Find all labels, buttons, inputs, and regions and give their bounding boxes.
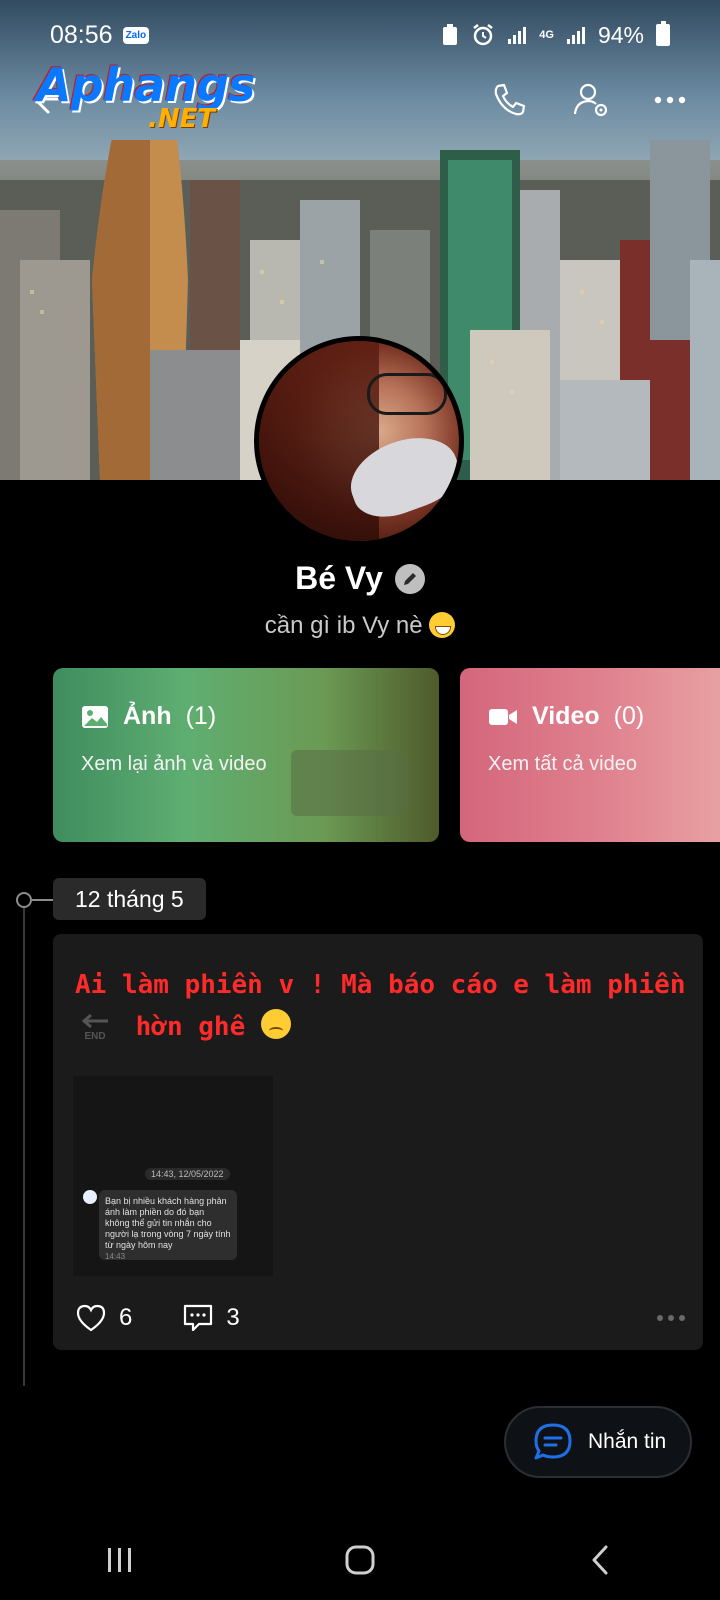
system-nav-bar [0, 1520, 720, 1600]
videos-subtitle: Xem tất cả video [488, 753, 637, 775]
sad-emoji-icon [260, 1009, 291, 1039]
phone-icon[interactable] [490, 80, 530, 120]
status-time: 08:56 [50, 20, 113, 49]
thumb-message-time: 14:43 [105, 1252, 126, 1261]
alarm-icon [473, 24, 494, 46]
status-icons: 4G 94% [441, 21, 670, 49]
recents-button[interactable] [90, 1530, 150, 1590]
thumb-message-bubble: Bạn bị nhiều khách hàng phản ánh làm phi… [99, 1190, 237, 1261]
profile-bio: cần gì ib Vy nè [0, 612, 720, 640]
edit-name-icon[interactable] [394, 563, 425, 594]
user-settings-icon[interactable] [572, 80, 612, 120]
profile-bio-text: cần gì ib Vy nè [264, 612, 423, 639]
thumb-timestamp: 14:43, 12/05/2022 [145, 1168, 230, 1180]
video-camera-icon [489, 708, 517, 725]
network-type: 4G [539, 28, 554, 41]
timeline-line [23, 898, 25, 1386]
photos-card-title: Ảnh (1) [81, 702, 411, 731]
post-image[interactable]: 14:43, 12/05/2022 Bạn bị nhiều khách hàn… [73, 1076, 273, 1276]
photos-label: Ảnh [123, 702, 172, 730]
signal-icon [508, 27, 527, 44]
signal-icon-2 [566, 27, 585, 44]
back-button[interactable] [570, 1530, 630, 1590]
profile-name-row: Bé Vy [0, 560, 720, 597]
home-icon [345, 1545, 375, 1575]
timeline-date: 12 tháng 5 [53, 878, 206, 920]
timeline-connector [32, 899, 54, 901]
watermark-logo: Aphangs [36, 58, 255, 112]
image-icon [82, 705, 108, 728]
battery-saver-icon [443, 24, 458, 45]
thumb-message-text: Bạn bị nhiều khách hàng phản ánh làm phi… [105, 1196, 231, 1250]
post-more-icon[interactable] [657, 1315, 685, 1321]
photos-card[interactable]: Ảnh (1) Xem lại ảnh và video [53, 668, 439, 842]
post-text: Ai làm phiền v ! Mà báo cáo e làm phiền … [75, 964, 687, 1048]
end-label: END [84, 1031, 106, 1042]
zalo-notification-icon: Zalo [122, 26, 150, 44]
send-message-button[interactable]: Nhắn tin [504, 1406, 692, 1478]
home-button[interactable] [330, 1530, 390, 1590]
like-button[interactable]: 6 [75, 1303, 132, 1333]
battery-icon [656, 21, 670, 46]
profile-name: Bé Vy [295, 560, 383, 596]
videos-count: (0) [613, 702, 645, 730]
videos-card[interactable]: Video (0) Xem tất cả video [460, 668, 720, 842]
more-icon[interactable] [650, 80, 690, 120]
back-chevron-icon [592, 1545, 608, 1575]
heart-icon [76, 1304, 106, 1332]
post-actions: 6 3 [75, 1300, 685, 1336]
comment-count: 3 [226, 1304, 240, 1331]
thumb-zalo-avatar [83, 1190, 97, 1204]
comment-button[interactable]: 3 [182, 1303, 240, 1333]
photos-count: (1) [185, 702, 217, 730]
post-text-line-2: hờn ghê [135, 1012, 246, 1042]
timeline-post[interactable]: Ai làm phiền v ! Mà báo cáo e làm phiền … [53, 934, 703, 1350]
avatar[interactable] [254, 336, 464, 546]
like-count: 6 [119, 1304, 133, 1331]
recents-icon [108, 1548, 131, 1572]
photos-card-thumbnail [291, 750, 407, 816]
avatar-hair [259, 341, 379, 541]
end-arrow-icon: END [79, 1013, 111, 1046]
send-message-label: Nhắn tin [588, 1430, 667, 1453]
grin-sweat-emoji-icon [429, 612, 456, 638]
post-text-line-1: Ai làm phiền v ! Mà báo cáo e làm phiền [75, 970, 686, 1000]
videos-label: Video [532, 702, 600, 730]
chat-bubble-icon [534, 1423, 572, 1460]
avatar-glasses [367, 373, 447, 415]
timeline-dot [16, 892, 32, 908]
profile-header: Aphangs .NET [0, 58, 720, 134]
battery-percent: 94% [597, 21, 644, 48]
comment-icon [184, 1304, 213, 1332]
watermark-logo-suffix: .NET [148, 104, 216, 134]
videos-card-title: Video (0) [488, 702, 702, 731]
